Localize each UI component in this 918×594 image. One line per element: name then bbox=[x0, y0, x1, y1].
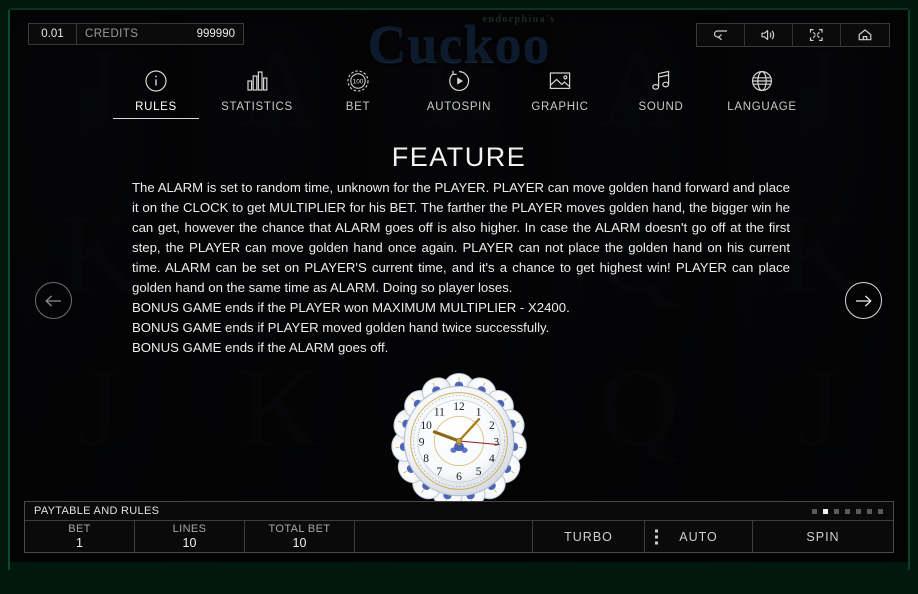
page-dot[interactable] bbox=[878, 508, 883, 514]
bet-meter[interactable]: BET 1 bbox=[25, 521, 135, 552]
tab-active-underline bbox=[517, 118, 603, 119]
credits-label: CREDITS bbox=[85, 28, 139, 40]
paytable-and-rules-label[interactable]: PAYTABLE AND RULES bbox=[34, 505, 159, 517]
tab-language[interactable]: LANGUAGE bbox=[712, 68, 813, 123]
game-screen: J K J A ● K K ● A A Q Q J K J bbox=[10, 10, 908, 562]
tab-label: LANGUAGE bbox=[727, 101, 797, 113]
sound-icon[interactable] bbox=[745, 24, 793, 46]
bar-chart-icon bbox=[245, 68, 269, 94]
tab-bet[interactable]: 100 BET bbox=[308, 68, 409, 123]
tab-label: BET bbox=[345, 101, 371, 113]
next-page-arrow-icon[interactable] bbox=[845, 282, 882, 319]
tab-graphic[interactable]: GRAPHIC bbox=[510, 68, 611, 123]
page-dot[interactable] bbox=[812, 508, 817, 514]
tab-active-underline bbox=[416, 118, 502, 119]
info-icon bbox=[144, 68, 168, 94]
tab-autospin[interactable]: AUTOSPIN bbox=[409, 68, 510, 123]
auto-button-label: AUTO bbox=[679, 529, 718, 544]
tab-active-underline bbox=[214, 118, 300, 119]
auto-button[interactable]: AUTO bbox=[645, 521, 753, 552]
svg-text:7: 7 bbox=[437, 466, 443, 478]
credits-readout: CREDITS 999990 bbox=[77, 24, 243, 44]
page-dot[interactable] bbox=[845, 508, 850, 514]
game-cabinet: J K J A ● K K ● A A Q Q J K J bbox=[0, 0, 918, 594]
svg-text:3: 3 bbox=[494, 437, 500, 449]
chip-icon: 100 bbox=[346, 68, 370, 94]
cabinet-edge-right bbox=[908, 10, 910, 570]
page-dot[interactable] bbox=[834, 508, 839, 514]
tab-label: AUTOSPIN bbox=[426, 101, 492, 113]
svg-text:10: 10 bbox=[420, 420, 432, 432]
credits-bar: 0.01 CREDITS 999990 bbox=[28, 23, 244, 45]
tab-rules[interactable]: RULES bbox=[106, 68, 207, 123]
play-circle-icon bbox=[447, 68, 471, 94]
bonus-rule-line: BONUS GAME ends if PLAYER moved golden h… bbox=[132, 320, 550, 335]
back-icon[interactable] bbox=[697, 24, 745, 46]
tab-label: SOUND bbox=[638, 101, 684, 113]
page-dot[interactable] bbox=[856, 508, 861, 514]
tab-label: STATISTICS bbox=[221, 101, 293, 113]
svg-text:8: 8 bbox=[423, 453, 429, 465]
tab-statistics[interactable]: STATISTICS bbox=[207, 68, 308, 123]
turbo-button[interactable]: TURBO bbox=[533, 521, 645, 552]
bonus-rule-line: BONUS GAME ends if the PLAYER won MAXIMU… bbox=[132, 300, 570, 315]
feature-paragraph: The ALARM is set to random time, unknown… bbox=[132, 180, 790, 295]
music-note-icon bbox=[650, 68, 672, 94]
bet-meter-label: BET bbox=[68, 523, 91, 535]
feature-text-block: The ALARM is set to random time, unknown… bbox=[132, 178, 790, 358]
image-icon bbox=[548, 68, 572, 94]
lines-meter-label: LINES bbox=[172, 523, 207, 535]
svg-text:9: 9 bbox=[419, 437, 425, 449]
total-bet-meter-value: 10 bbox=[292, 536, 307, 550]
svg-text:1: 1 bbox=[476, 406, 482, 418]
top-toolbar bbox=[696, 23, 890, 47]
tab-active-underline bbox=[315, 118, 401, 119]
svg-text:2: 2 bbox=[489, 420, 495, 432]
feature-heading: FEATURE bbox=[391, 142, 527, 172]
win-display-area bbox=[355, 521, 533, 552]
tab-label: GRAPHIC bbox=[531, 101, 589, 113]
svg-text:11: 11 bbox=[434, 406, 445, 418]
auto-options-menu-icon[interactable] bbox=[655, 529, 658, 544]
tab-active-underline bbox=[719, 118, 805, 119]
bonus-clock-illustration: 12 1 2 3 4 5 6 7 8 9 10 11 bbox=[386, 368, 532, 514]
credits-value: 999990 bbox=[196, 28, 235, 40]
paytable-header-row: PAYTABLE AND RULES bbox=[25, 502, 893, 521]
home-icon[interactable] bbox=[841, 24, 889, 46]
bonus-rule-line: BONUS GAME ends if the ALARM goes off. bbox=[132, 340, 389, 355]
previous-page-arrow-icon[interactable] bbox=[35, 282, 72, 319]
page-dot-active[interactable] bbox=[823, 508, 828, 514]
chip-value: 100 bbox=[353, 79, 364, 86]
lines-meter-value: 10 bbox=[182, 536, 197, 550]
svg-text:4: 4 bbox=[489, 453, 495, 465]
page-indicator-dots bbox=[812, 508, 883, 514]
tab-active-underline bbox=[618, 118, 704, 119]
denomination-value[interactable]: 0.01 bbox=[29, 24, 77, 44]
globe-icon bbox=[750, 68, 774, 94]
total-bet-meter-label: TOTAL BET bbox=[268, 523, 331, 535]
tab-active-underline bbox=[113, 118, 199, 119]
page-dot[interactable] bbox=[867, 508, 872, 514]
settings-tab-bar: RULES STATISTICS 100 BET AUTOSPIN GRAPHI… bbox=[10, 68, 908, 123]
svg-text:5: 5 bbox=[476, 466, 482, 478]
total-bet-meter[interactable]: TOTAL BET 10 bbox=[245, 521, 355, 552]
tab-label: RULES bbox=[135, 101, 177, 113]
fullscreen-icon[interactable] bbox=[793, 24, 841, 46]
svg-text:12: 12 bbox=[453, 401, 465, 413]
svg-text:6: 6 bbox=[456, 471, 462, 483]
spin-button[interactable]: SPIN bbox=[753, 521, 893, 552]
bottom-control-bar: PAYTABLE AND RULES BET 1 LINES 10 TOTAL … bbox=[24, 501, 894, 553]
tab-sound[interactable]: SOUND bbox=[611, 68, 712, 123]
lines-meter[interactable]: LINES 10 bbox=[135, 521, 245, 552]
bet-meter-value: 1 bbox=[76, 536, 83, 550]
controls-row: BET 1 LINES 10 TOTAL BET 10 TURBO AUTO S… bbox=[25, 521, 893, 552]
